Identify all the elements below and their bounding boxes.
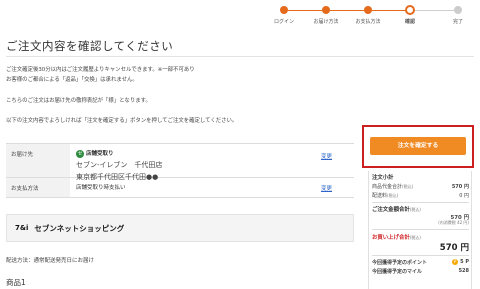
confirm-highlight: 注文を確定する: [362, 125, 474, 168]
step-delivery: お届け方法: [306, 4, 346, 25]
payment-row: お支払方法 店舗受取り時支払い 変更: [6, 178, 354, 198]
shop-header: 7&i セブンネットショッピング: [6, 214, 354, 242]
delivery-method: 配送方法：通常配送発売日にお届け: [6, 258, 95, 264]
delivery-row: お届け先 セ店舗受取り セブン-イレブン 千代田店 東京都千代田区千代田●● 変…: [6, 144, 354, 181]
pay-value: 570 円: [439, 243, 469, 253]
subtotal-value: 570 円: [451, 184, 469, 190]
payment-cell: 店舗受取り時支払い 変更: [70, 178, 354, 197]
miles-row: 今回獲得予定のマイル 528: [372, 268, 469, 275]
checkout-progress: ログイン お届け方法 お支払方法 確認 完了: [270, 4, 480, 30]
item-name: 商品1: [6, 278, 26, 287]
pickup-method: 店舗受取り: [86, 151, 114, 157]
summary-panel: 注文小計 商品代金合計(税込) 570 円 配送料(税込) 0 円 ご注文金額合…: [368, 171, 472, 289]
total-row: ご注文金額合計(税込): [372, 205, 469, 213]
step-complete: 完了: [438, 4, 478, 25]
summary-divider: [372, 202, 469, 203]
step-payment: お支払方法: [348, 4, 388, 25]
confirm-order-button[interactable]: 注文を確定する: [370, 137, 466, 155]
tax-note: (税込): [387, 193, 399, 198]
seven-i-logo: 7&i: [15, 224, 29, 232]
cancel-notice: ご注文確定後30分以内はご注文履歴よりキャンセルできます。※一部不可あり: [6, 67, 195, 73]
points-row: 今回獲得予定のポイント P5 P: [372, 259, 469, 266]
tax-included-note: (内消費税 42 円): [438, 220, 469, 225]
store-name: セブン-イレブン 千代田店: [76, 160, 163, 169]
points-icon: P: [452, 259, 459, 265]
tax-included-row: (内消費税 42 円): [372, 220, 469, 226]
step-label: お届け方法: [313, 19, 339, 25]
delivery-header: お届け先: [6, 144, 70, 177]
page-title: ご注文内容を確認してください: [6, 39, 174, 53]
step-dot: [322, 6, 330, 14]
title-divider: [6, 56, 474, 57]
pay-value-row: 570 円: [372, 241, 469, 253]
points-value: 5 P: [460, 259, 469, 265]
payment-method: 店舗受取り時支払い: [76, 185, 126, 191]
miles-label: 今回獲得予定のマイル: [372, 269, 423, 275]
delivery-cell: セ店舗受取り セブン-イレブン 千代田店 東京都千代田区千代田●● 変更: [70, 144, 354, 181]
shipping-row: 配送料(税込) 0 円: [372, 192, 469, 199]
points-label: 今回獲得予定のポイント: [372, 260, 428, 266]
subtotal-row: 商品代金合計(税込) 570 円: [372, 183, 469, 190]
change-payment-link[interactable]: 変更: [321, 184, 332, 192]
tax-note: (税込): [409, 207, 421, 212]
order-summary: 注文を確定する 注文小計 商品代金合計(税込) 570 円 配送料(税込) 0 …: [362, 125, 474, 289]
seven-eleven-icon: セ: [76, 149, 84, 158]
shipping-value: 0 円: [459, 193, 469, 199]
return-notice: お客様のご都合による「返品」「交換」は承れません。: [6, 77, 138, 83]
shop-name: セブンネットショッピング: [34, 223, 125, 233]
step-confirm: 確認: [390, 4, 430, 25]
step-dot-current: [405, 5, 415, 15]
step-dot: [280, 6, 288, 14]
step-label: ログイン: [273, 19, 294, 25]
summary-divider: [372, 229, 469, 230]
change-delivery-link[interactable]: 変更: [321, 152, 332, 160]
step-dot: [454, 6, 462, 14]
miles-value: 528: [458, 268, 469, 274]
summary-heading: 注文小計: [372, 175, 394, 181]
step-login: ログイン: [264, 4, 304, 25]
shipping-label: 配送料: [372, 193, 388, 199]
step-dot: [364, 6, 372, 14]
step-label: 完了: [452, 19, 463, 25]
summary-divider: [372, 255, 469, 256]
pay-row: お買い上げ合計(税込): [372, 233, 469, 241]
honorific-notice: こちらのご注文はお届け先の敬称表記が「様」となります。: [6, 98, 151, 104]
step-label: 確認: [404, 19, 415, 25]
step-label: お支払方法: [355, 19, 381, 25]
order-info-table: お届け先 セ店舗受取り セブン-イレブン 千代田店 東京都千代田区千代田●● 変…: [6, 143, 354, 198]
tax-note: (税込): [409, 235, 421, 240]
subtotal-label: 商品代金合計: [372, 184, 403, 190]
confirm-instruction: 以下の注文内容でよろしければ「注文を確定する」ボタンを押してご注文を確定してくだ…: [6, 118, 238, 124]
payment-header: お支払方法: [6, 178, 70, 197]
tax-note: (税込): [402, 184, 414, 189]
